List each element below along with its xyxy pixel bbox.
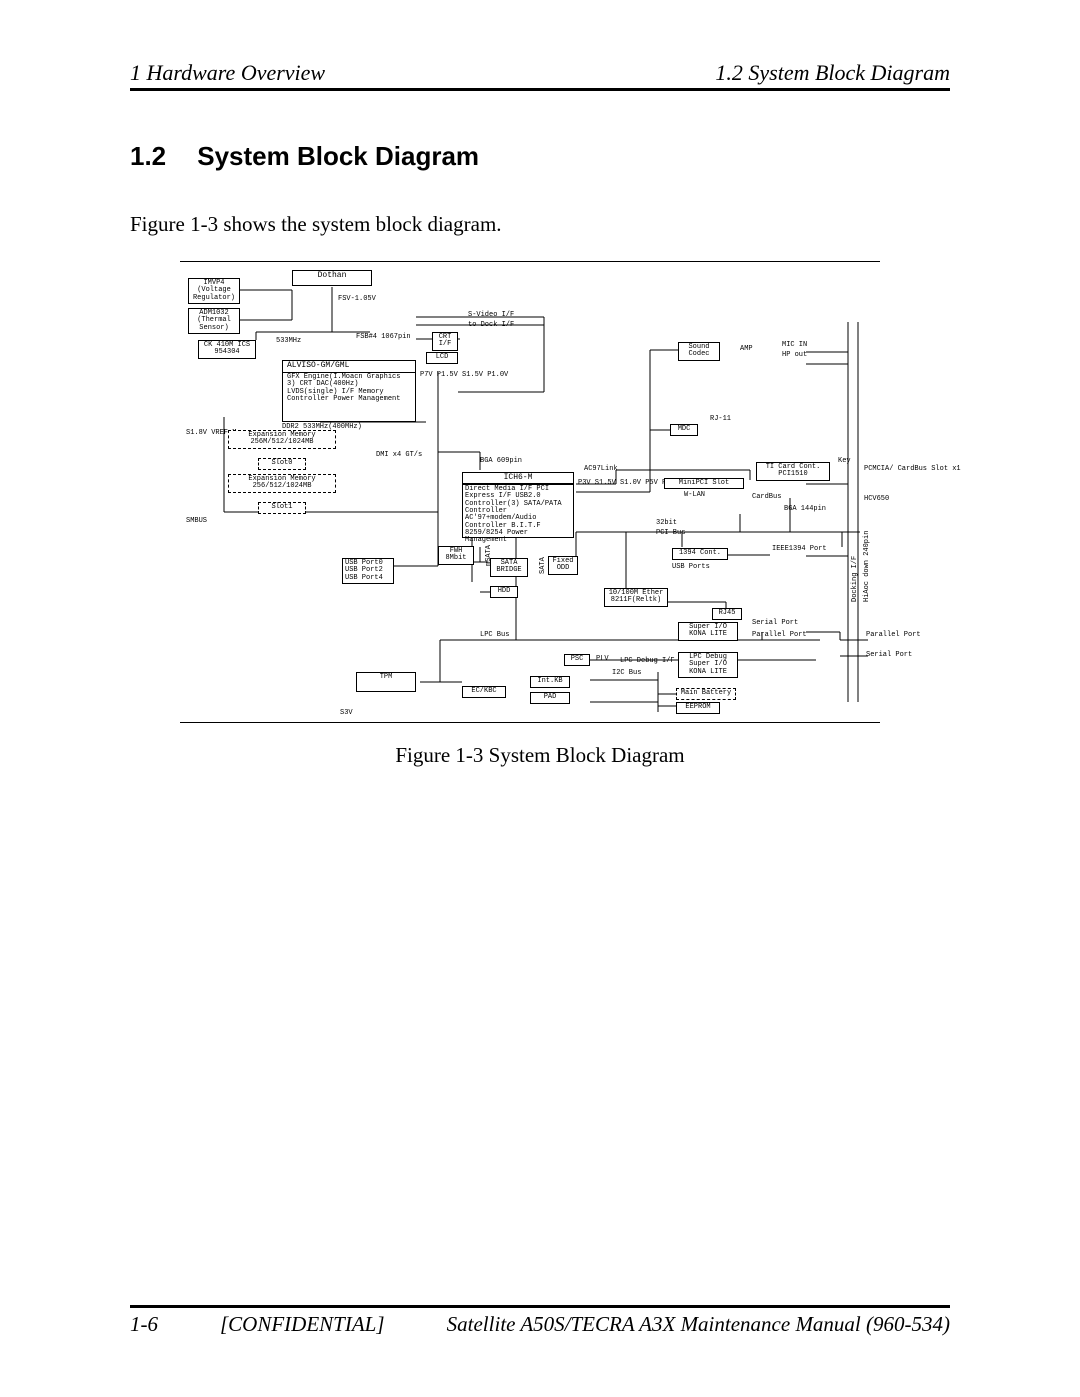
label-32bit: 32bit [656,520,677,527]
label-sata: SATA [540,557,547,574]
block-mem1: Expansion Memory 256/512/1024MB [228,474,336,493]
label-fsb: FSB#4 1067pin [356,334,396,341]
label-key: Key [838,458,851,465]
section-title: System Block Diagram [197,141,479,171]
label-i2cbus: I2C Bus [612,670,641,677]
label-dmi: DMI x4 GT/s [376,452,422,459]
header-left: 1 Hardware Overview [130,60,325,86]
page-header: 1 Hardware Overview 1.2 System Block Dia… [130,60,950,91]
label-lpcdebugif: LPC Debug I/F [620,658,675,665]
block-aliviso: ALVISO-GM/GML [282,360,416,372]
block-pad: PAD [530,692,570,704]
block-ethernet: 10/100M Ether 8211F(Reltk) [604,588,668,607]
block-ck410m: CK 410M ICS 954304 [198,340,256,359]
label-dockconn: HiAoc down 240pin [864,542,871,602]
label-fsv: FSV-1.05V [338,296,376,303]
block-mainbat: Main Battery [676,688,736,700]
label-ac97: AC97Link [584,466,618,473]
label-bga144: BGA 144pin [784,506,818,513]
section-heading: 1.2 System Block Diagram [130,141,950,172]
footer-confidential: [CONFIDENTIAL] [220,1312,420,1337]
footer-manual: Satellite A50S/TECRA A3X Maintenance Man… [420,1312,950,1337]
footer-page: 1-6 [130,1312,220,1337]
block-gmch: GFX Engine(I.Moacn Graphics 3) CRT DAC(4… [282,372,416,422]
label-smbus: SMBUS [186,518,207,525]
label-bga609: BGA 609pin [480,458,514,465]
label-serial: Serial Port [866,652,910,659]
label-amp: AMP [740,346,753,353]
block-slot1: Slot1 [258,502,306,514]
block-mem0: Expansion Memory 256M/512/1024MB [228,430,336,449]
label-hpout: HP out [782,352,807,359]
label-ieee1394: IEEE1394 Port [772,546,816,553]
block-ich-items: Direct Media I/F PCI Express I/F USB2.0 … [462,484,574,538]
block-imvp4: IMVP4 (Voltage Regulator) [188,278,240,304]
label-mem0-volts: S1.8V VREF_Mx [186,430,224,437]
block-sound: Sound Codec [678,342,720,361]
block-fixedodd: Fixed ODD [548,556,578,575]
label-gmch-volts: P7V P1.5V S1.5V P1.0V [420,372,448,379]
block-ticard: TI Card Cont. PCI1510 [756,462,830,481]
block-superio: Super I/O KONA LITE [678,622,738,641]
label-cardbus: CardBus [752,494,781,501]
label-lpcbus: LPC Bus [480,632,509,639]
figure-block-diagram: IMVP4 (Voltage Regulator) ADM1032 (Therm… [180,261,880,723]
block-fwh: FWH 8Mbit [438,546,474,565]
page-footer: 1-6 [CONFIDENTIAL] Satellite A50S/TECRA … [130,1305,950,1337]
label-micin: MIC IN [782,342,807,349]
section-number: 1.2 [130,141,190,172]
label-pcmcia: PCMCIA/ CardBus Slot x1 [864,466,908,473]
block-hdd: HDD [490,586,518,598]
label-533mhz: 533MHz [276,338,301,345]
block-usbports: USB Port0 USB Port2 USB Port4 [342,558,394,584]
intro-text: Figure 1-3 shows the system block diagra… [130,212,950,237]
block-intkb: Int.KB [530,676,570,688]
block-lpcdebug: LPC Debug Super I/O KONA LITE [678,652,738,678]
label-serialport: Serial Port [752,620,798,627]
label-usbbus: USB Ports [672,564,710,571]
block-satabridge: SATA BRIDGE [490,558,528,577]
block-minipci: MiniPCI Slot [664,478,744,489]
block-dothan: Dothan [292,270,372,286]
label-todock: to Dock I/F [468,322,514,329]
label-parallelport: Parallel Port [752,632,807,639]
block-1394: 1394 Cont. [672,548,728,560]
figure-caption: Figure 1-3 System Block Diagram [130,743,950,768]
label-wlan: W-LAN [684,492,705,499]
block-slot0: Slot0 [258,458,306,470]
block-mdc: MDC [670,424,698,436]
block-eckbc: EC/KBC [462,686,506,698]
block-adm1032: ADM1032 (Thermal Sensor) [188,308,240,334]
block-rj45: RJ45 [712,608,742,620]
label-pcibus: PCI Bus [656,530,685,537]
label-ich-volts: P3V S1.5V S1.0V P5V P3V P5V P3V [578,480,606,487]
label-svideo: S-Video I/F [468,312,514,319]
label-rj11: RJ-11 [710,416,731,423]
block-lcd: LCD [426,352,458,364]
block-eeprom: EEPROM [676,702,720,714]
block-crt: CRT I/F [432,332,458,351]
block-tpm: TPM [356,672,416,692]
label-dockif: Docking I/F [852,556,859,602]
block-psc: PSC [564,654,590,666]
page: 1 Hardware Overview 1.2 System Block Dia… [0,0,1080,1397]
label-plv: PLV [596,656,609,663]
header-right: 1.2 System Block Diagram [715,60,950,86]
label-parallel: Parallel Port [866,632,910,639]
label-hcv650: HCV650 [864,496,889,503]
block-ich6m: ICH6-M [462,472,574,484]
label-s3v: S3V [340,710,353,717]
